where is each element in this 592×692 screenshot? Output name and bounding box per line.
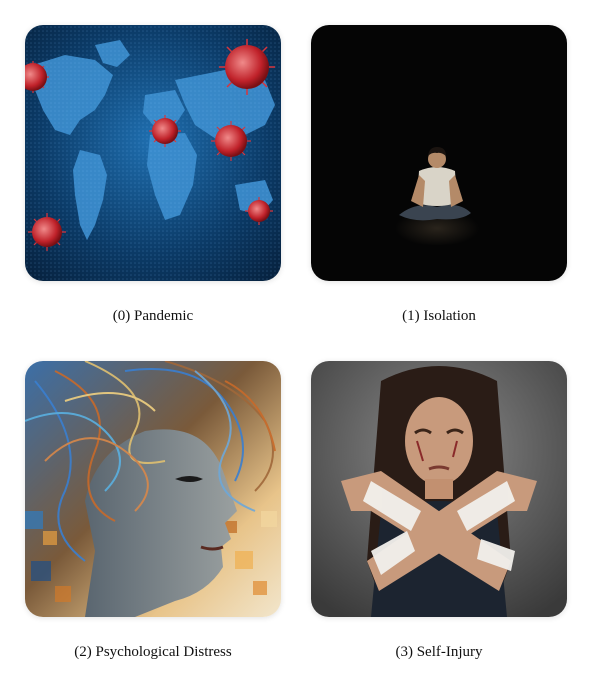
- caption-isolation: (1) Isolation: [402, 308, 476, 324]
- caption-self-injury: (3) Self-Injury: [395, 644, 483, 660]
- isolation-image: [311, 25, 567, 281]
- pandemic-image: [25, 25, 281, 281]
- world-map-virus-illustration: [25, 25, 281, 281]
- psychological-distress-image: [25, 361, 281, 617]
- caption-psychological-distress: (2) Psychological Distress: [74, 644, 232, 660]
- abstract-face-illustration: [25, 361, 281, 617]
- bandaged-arms-illustration: [311, 361, 567, 617]
- caption-pandemic: (0) Pandemic: [112, 308, 194, 324]
- virus-icon: [219, 39, 275, 95]
- virus-icon: [211, 121, 251, 161]
- self-injury-image: [311, 361, 567, 617]
- person-alone-in-dark-illustration: [311, 25, 567, 281]
